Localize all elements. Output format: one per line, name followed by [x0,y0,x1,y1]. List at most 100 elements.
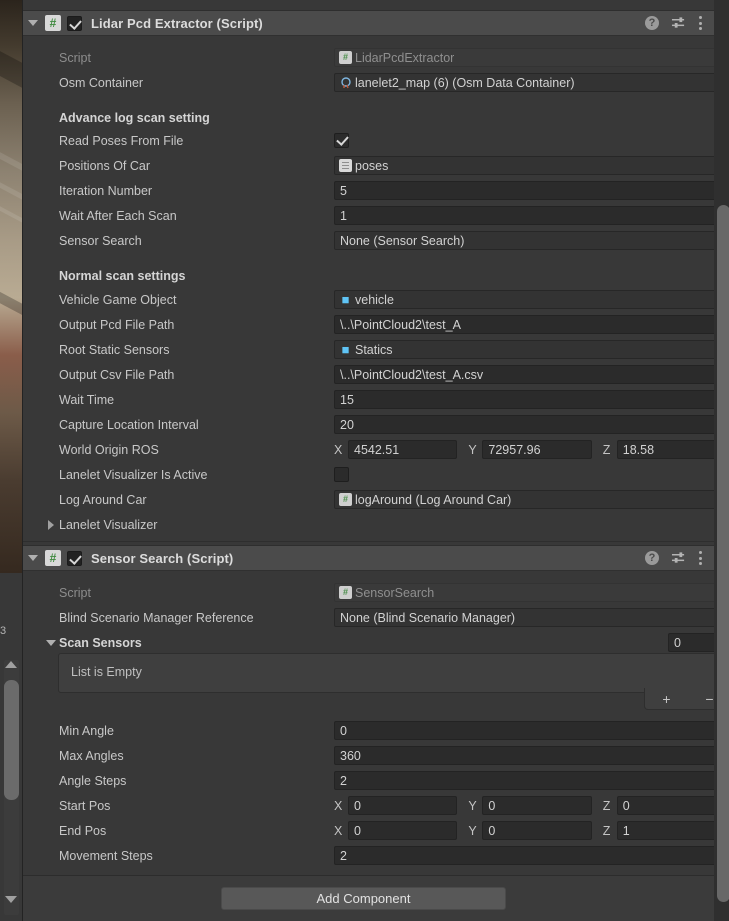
row-scan-sensors[interactable]: Scan Sensors 0 [23,630,729,655]
inspector-scrollbar-thumb[interactable] [717,205,729,902]
component-header-lidar-pcd-extractor[interactable]: # Lidar Pcd Extractor (Script) ? [23,10,714,36]
list-empty-label: List is Empty [71,665,142,679]
field-value: 0 [340,723,347,738]
preset-icon[interactable] [671,16,686,30]
gameobject-cube-icon: ■ [341,292,350,307]
end-pos-y-input[interactable]: 0 [482,821,592,840]
script-object-field[interactable]: # SensorSearch [334,583,729,602]
vehicle-game-object-field[interactable]: ■ vehicle [334,290,729,309]
start-pos-x-input[interactable]: 0 [348,796,458,815]
movement-steps-input[interactable]: 2 [334,846,729,865]
axis-label-x: X [334,798,343,813]
preset-icon[interactable] [671,551,686,565]
min-angle-input[interactable]: 0 [334,721,729,740]
row-movement-steps: Movement Steps 2 [23,843,729,868]
text-asset-icon [339,159,352,172]
osm-container-object-field[interactable]: lanelet2_map (6) (Osm Data Container) [334,73,729,92]
row-label: Output Pcd File Path [59,317,175,332]
world-origin-y-input[interactable]: 72957.96 [482,440,592,459]
row-label: Max Angles [59,748,124,763]
row-label: Osm Container [59,75,144,90]
help-icon[interactable]: ? [645,551,659,565]
field-value: \..\PointCloud2\test_A.csv [340,367,484,382]
component-title: Lidar Pcd Extractor (Script) [91,15,263,31]
row-wait-time: Wait Time 15 [23,387,729,412]
row-sensor-search: Sensor Search None (Sensor Search) [23,228,729,253]
row-read-poses-from-file: Read Poses From File [23,128,714,153]
kebab-menu-icon[interactable] [698,551,702,565]
world-origin-z-input[interactable]: 18.58 [616,440,729,459]
row-label: Positions Of Car [59,158,151,173]
foldout-arrow-icon[interactable] [43,630,59,655]
wait-after-each-scan-input[interactable]: 1 [334,206,729,225]
section-label: Normal scan settings [59,268,186,283]
script-asset-icon: # [339,586,352,599]
row-iteration-number: Iteration Number 5 [23,178,729,203]
script-object-field[interactable]: # LidarPcdExtractor [334,48,729,67]
component-enabled-checkbox[interactable] [67,550,82,566]
row-label: Script [59,50,91,65]
scene-view-sliver [0,0,22,573]
field-value: None (Blind Scenario Manager) [340,610,516,625]
capture-location-interval-input[interactable]: 20 [334,415,729,434]
csharp-script-icon: # [45,15,61,31]
kebab-menu-icon[interactable] [698,16,702,30]
row-capture-location-interval: Capture Location Interval 20 [23,412,729,437]
output-csv-file-path-input[interactable]: \..\PointCloud2\test_A.csv [334,365,729,384]
start-pos-z-input[interactable]: 0 [616,796,729,815]
max-angles-input[interactable]: 360 [334,746,729,765]
row-label: Lanelet Visualizer [59,517,158,532]
axis-label-z: Z [602,798,611,813]
script-asset-icon: # [339,493,352,506]
section-header-advance-log-scan: Advance log scan setting [23,105,714,130]
foldout-arrow-icon[interactable] [25,545,41,571]
axis-label-z: Z [602,823,611,838]
component-enabled-checkbox[interactable] [67,15,82,31]
end-pos-x-input[interactable]: 0 [348,821,458,840]
angle-steps-input[interactable]: 2 [334,771,729,790]
positions-of-car-object-field[interactable]: poses [334,156,729,175]
read-poses-from-file-checkbox[interactable] [334,133,349,148]
triangle-up-icon[interactable] [5,661,18,674]
iteration-number-input[interactable]: 5 [334,181,729,200]
log-around-car-object-field[interactable]: # logAround (Log Around Car) [334,490,729,509]
field-value: \..\PointCloud2\test_A [340,317,461,332]
field-value: Statics [355,342,393,357]
row-min-angle: Min Angle 0 [23,718,729,743]
row-positions-of-car: Positions Of Car poses [23,153,729,178]
list-add-button[interactable]: + [647,692,687,706]
lanelet-visualizer-is-active-checkbox[interactable] [334,467,349,482]
row-label: Wait After Each Scan [59,208,177,223]
row-lanelet-visualizer-foldout[interactable]: Lanelet Visualizer [23,512,714,537]
field-value: 2 [340,848,347,863]
add-component-button[interactable]: Add Component [221,887,506,910]
foldout-arrow-icon[interactable] [25,10,41,36]
start-pos-y-input[interactable]: 0 [482,796,592,815]
help-icon[interactable]: ? [645,16,659,30]
row-output-pcd-file-path: Output Pcd File Path \..\PointCloud2\tes… [23,312,729,337]
blind-scenario-manager-object-field[interactable]: None (Blind Scenario Manager) [334,608,729,627]
end-pos-z-input[interactable]: 1 [616,821,729,840]
axis-label-x: X [334,823,343,838]
row-label: Start Pos [59,798,111,813]
triangle-down-icon[interactable] [5,896,18,909]
row-label: Lanelet Visualizer Is Active [59,467,208,482]
row-label: Blind Scenario Manager Reference [59,610,254,625]
foldout-arrow-icon[interactable] [43,512,59,537]
field-value: SensorSearch [355,585,435,600]
row-angle-steps: Angle Steps 2 [23,768,729,793]
row-label: Read Poses From File [59,133,184,148]
row-label: Angle Steps [59,773,127,788]
field-value: 20 [340,417,354,432]
left-scrollbar-thumb[interactable] [4,680,19,800]
root-static-sensors-object-field[interactable]: ■ Statics [334,340,729,359]
sensor-search-object-field[interactable]: None (Sensor Search) [334,231,729,250]
wait-time-input[interactable]: 15 [334,390,729,409]
row-world-origin-ros: World Origin ROS X 4542.51 Y 72957.96 Z … [23,437,729,462]
world-origin-x-input[interactable]: 4542.51 [348,440,458,459]
field-value: lanelet2_map (6) (Osm Data Container) [355,75,575,90]
output-pcd-file-path-input[interactable]: \..\PointCloud2\test_A [334,315,729,334]
component-header-sensor-search[interactable]: # Sensor Search (Script) ? [23,545,714,571]
field-value: 15 [340,392,354,407]
component-divider [23,541,714,542]
